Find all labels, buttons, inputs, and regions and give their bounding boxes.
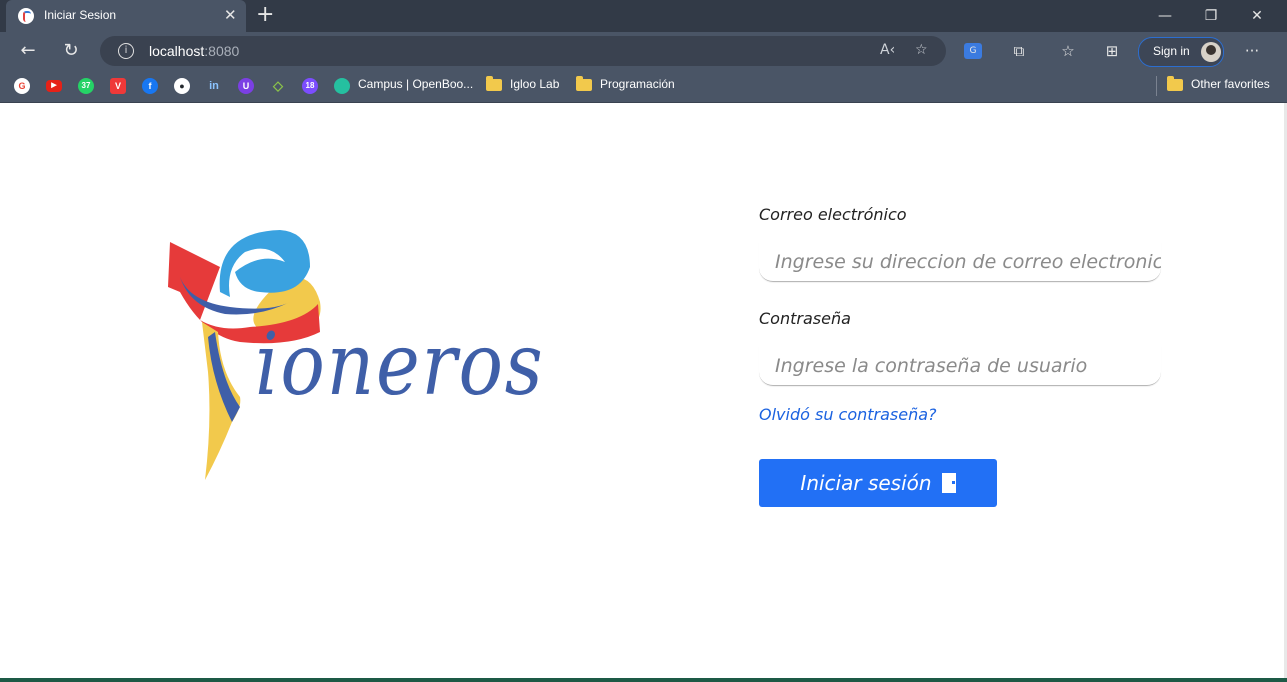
password-field[interactable] [759,346,1161,386]
whatsapp-icon[interactable]: 37 [78,78,94,94]
refresh-icon[interactable]: ↻ [58,39,84,63]
login-button[interactable]: Iniciar sesión [759,459,997,507]
youtube-icon[interactable]: ▶ [46,80,62,92]
pioneros-favicon-icon [18,8,34,24]
vivaldi-icon[interactable]: V [110,78,126,94]
add-favorite-icon[interactable]: ☆ [915,42,928,58]
favorites-icon[interactable]: ☆ [1057,41,1079,61]
github-icon[interactable]: ● [174,78,190,94]
more-options-icon[interactable]: ··· [1241,41,1263,61]
other-favorites[interactable]: Other favorites [1191,77,1270,91]
url-text: localhost:8080 [149,43,239,59]
folder-icon [1167,76,1183,91]
facebook-icon[interactable]: f [142,78,158,94]
avatar [1201,42,1221,62]
google-icon[interactable]: G [14,78,30,94]
browser-tab[interactable]: Iniciar Sesion ✕ [6,0,246,32]
bookmark-programacion[interactable]: Programación [600,77,675,91]
read-aloud-icon[interactable]: A‹ [880,42,895,58]
browser-toolbar: ← ↻ i localhost:8080 A‹ ☆ G ⧉ ☆ ⊞ Sign i… [0,32,1287,70]
code-icon[interactable]: ◇ [270,78,286,94]
tab-title: Iniciar Sesion [44,8,117,22]
email-field[interactable] [759,242,1161,282]
translate-icon[interactable]: G [964,43,982,59]
sign-in-button[interactable]: Sign in [1138,37,1224,67]
linkedin-icon[interactable]: in [206,78,222,94]
close-window-icon[interactable]: ✕ [1234,0,1280,32]
extensions-icon[interactable]: ⧉ [1008,41,1030,61]
bookmarks-bar: G ▶ 37 V f ● in U ◇ 18 Campus | OpenBoo.… [0,70,1287,103]
folder-icon [576,76,592,91]
minimize-icon[interactable]: — [1142,0,1188,32]
email-label: Correo electrónico [759,205,907,224]
bookmark-igloo-lab[interactable]: Igloo Lab [510,77,559,91]
campus-icon[interactable] [334,78,350,94]
browser-title-bar: Iniciar Sesion ✕ + — ❐ ✕ [0,0,1287,32]
new-tab-icon[interactable]: + [256,3,274,27]
collections-icon[interactable]: ⊞ [1101,41,1123,61]
back-icon[interactable]: ← [15,39,41,63]
sign-in-label: Sign in [1153,44,1190,58]
folder-icon [486,76,502,91]
tab-close-icon[interactable]: ✕ [224,6,237,24]
notification-icon[interactable]: 18 [302,78,318,94]
login-button-label: Iniciar sesión [800,471,932,495]
logo-wordmark: ioneros [255,315,545,415]
door-icon [941,473,956,493]
address-bar[interactable]: i localhost:8080 A‹ ☆ [100,36,946,66]
site-info-icon[interactable]: i [118,43,134,59]
page-bottom-border [0,678,1287,682]
ublock-icon[interactable]: U [238,78,254,94]
url-host: localhost [149,43,205,59]
forgot-password-link[interactable]: Olvidó su contraseña? [759,405,937,424]
password-label: Contraseña [759,309,851,328]
bookmark-campus[interactable]: Campus | OpenBoo... [358,77,473,91]
restore-icon[interactable]: ❐ [1188,0,1234,32]
bookmarks-divider [1156,76,1157,96]
url-port: :8080 [204,43,240,59]
